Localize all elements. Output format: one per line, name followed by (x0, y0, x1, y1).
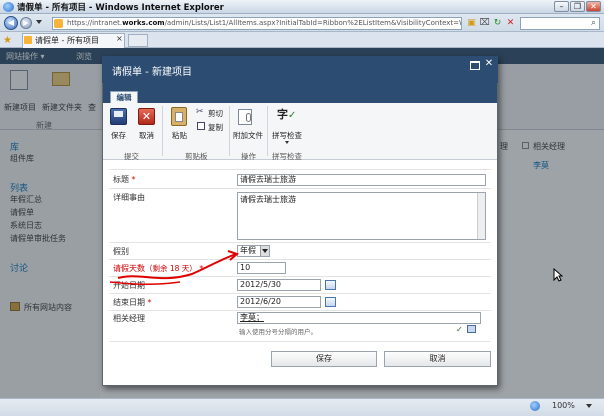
group-spelling: 拼写检查 (272, 152, 302, 161)
detail-label: 详细事由 (113, 193, 145, 202)
check-names-icon[interactable]: ✓ (456, 325, 463, 334)
calendar-icon[interactable] (325, 297, 336, 307)
title-label: 标题 * (113, 175, 136, 184)
zone-globe-icon (530, 401, 540, 411)
cancel-icon[interactable]: ✕ (138, 108, 155, 125)
url-path: /admin/Lists/List1/AllItems.aspx?Initial… (164, 19, 461, 27)
cut-icon[interactable]: ✂ (196, 107, 204, 117)
site-favicon-icon (54, 19, 63, 28)
ribbon-spell-button[interactable]: 拼写检查 (272, 130, 302, 141)
form-divider (109, 242, 491, 243)
dialog-maximize-icon[interactable] (470, 61, 480, 70)
tab-close-icon[interactable]: × (116, 34, 123, 43)
leave-type-dropdown-icon[interactable] (260, 246, 269, 256)
start-date-input[interactable]: 2012/5/30 (237, 279, 321, 291)
forward-arrow-icon[interactable]: ▶ (20, 17, 32, 29)
url-prefix: https://intranet. (67, 19, 123, 27)
detail-scrollbar[interactable] (477, 193, 485, 239)
favorites-star-icon[interactable]: ★ (3, 35, 16, 46)
ribbon-separator (229, 106, 230, 156)
annotation-stroke (109, 281, 181, 286)
refresh-icon[interactable]: ↻ (491, 17, 504, 30)
manager-label: 相关经理 (113, 314, 145, 323)
detail-textarea[interactable]: 请假去瑞士旅游 (237, 192, 486, 240)
lock-icon[interactable]: ▣ (465, 17, 478, 30)
calendar-icon[interactable] (325, 280, 336, 290)
address-book-icon[interactable] (467, 325, 476, 333)
group-commit: 提交 (124, 152, 139, 161)
tab-title: 请假单 - 所有项目 (35, 36, 99, 45)
history-dropdown-icon[interactable] (36, 20, 42, 24)
end-date-label: 结束日期 * (113, 298, 152, 307)
form-divider (109, 341, 491, 342)
form-divider (109, 169, 491, 170)
title-input[interactable]: 请假去瑞士旅游 (237, 174, 486, 186)
stop-icon[interactable]: ✕ (504, 17, 517, 30)
dialog-title: 请假单 - 新建项目 (112, 67, 192, 78)
copy-icon[interactable] (197, 122, 205, 130)
browser-tab-active[interactable]: 请假单 - 所有项目 (22, 33, 125, 48)
tab-favicon-icon (24, 36, 32, 44)
zoom-level[interactable]: 100% (552, 401, 575, 410)
group-clipboard: 剪贴板 (185, 152, 208, 161)
spell-check-icon[interactable]: 字✓ (277, 106, 296, 122)
save-icon[interactable] (110, 108, 127, 125)
annotation-underline (117, 253, 237, 280)
paste-icon[interactable] (171, 107, 187, 126)
minimize-button[interactable]: – (554, 1, 569, 12)
form-divider (109, 293, 491, 294)
back-arrow-icon[interactable]: ◀ (4, 16, 18, 30)
ie-icon (3, 2, 14, 12)
restore-button[interactable]: ❐ (570, 1, 585, 12)
spell-dropdown-icon[interactable] (285, 141, 289, 144)
ribbon-separator (267, 106, 268, 156)
save-button[interactable]: 保存 (271, 351, 377, 367)
ribbon-cancel-button[interactable]: 取消 (139, 130, 154, 141)
tab-edit[interactable]: 编辑 (110, 91, 138, 103)
leave-days-input[interactable]: 10 (237, 262, 286, 274)
cancel-button[interactable]: 取消 (384, 351, 491, 367)
group-actions: 操作 (241, 152, 256, 161)
compat-view-icon[interactable]: ⌧ (478, 17, 491, 30)
dialog-close-icon[interactable]: ✕ (484, 58, 494, 70)
manager-people-picker[interactable]: 李莫； (237, 312, 481, 324)
form-divider (109, 188, 491, 189)
new-tab-button[interactable] (128, 34, 148, 47)
search-icon[interactable]: ⌕ (587, 17, 600, 30)
ribbon-separator (162, 106, 163, 156)
close-button[interactable]: ✕ (586, 1, 601, 12)
ribbon-attach-button[interactable]: 附加文件 (233, 130, 263, 141)
url-domain: works.com (122, 19, 165, 27)
address-input[interactable]: https://intranet.works.com/admin/Lists/L… (52, 17, 462, 30)
annotation-arrow (109, 250, 239, 286)
zoom-dropdown-icon[interactable] (586, 404, 592, 408)
ribbon-cut-button[interactable]: 剪切 (208, 108, 223, 119)
form-divider (109, 310, 491, 311)
mouse-cursor-icon (553, 268, 563, 282)
status-bar (0, 398, 604, 416)
manager-hint: 输入使用分号分隔的用户。 (239, 328, 317, 336)
dialog-ribbon-tabs (103, 83, 497, 103)
window-title: 请假单 - 所有项目 - Windows Internet Explorer (17, 3, 224, 13)
attach-file-icon[interactable] (238, 109, 252, 125)
end-date-input[interactable]: 2012/6/20 (237, 296, 321, 308)
ribbon-paste-button[interactable]: 粘贴 (172, 130, 187, 141)
ribbon-copy-button[interactable]: 复制 (208, 122, 223, 133)
ribbon-save-button[interactable]: 保存 (111, 130, 126, 141)
